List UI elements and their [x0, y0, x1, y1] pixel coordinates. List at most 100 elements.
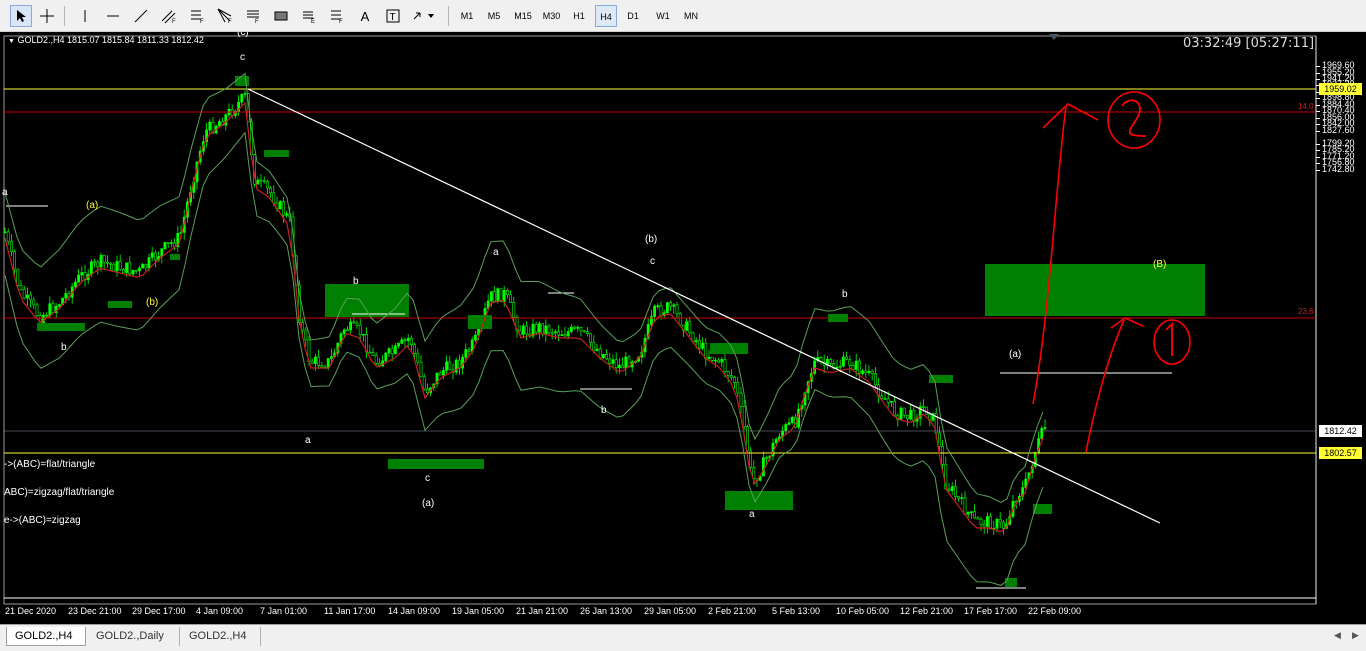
rectangle-icon[interactable]: [270, 5, 292, 27]
candle-body: [893, 400, 897, 416]
candle-body: [499, 288, 503, 303]
svg-text:F: F: [172, 19, 176, 24]
candle-body: [889, 400, 893, 403]
candle-body: [77, 274, 81, 283]
timeframe-w1-button[interactable]: W1: [651, 5, 675, 27]
chart-header: ▼ GOLD2.,H4 1815.07 1815.84 1811.33 1812…: [8, 35, 204, 45]
candle-body: [345, 329, 349, 332]
candle-body: [160, 248, 164, 257]
timeframe-m1-button[interactable]: M1: [456, 5, 478, 27]
timeframe-d1-button[interactable]: D1: [622, 5, 644, 27]
candle-body: [281, 201, 285, 216]
timeframe-m30-button[interactable]: M30: [539, 5, 564, 27]
timeframe-h1-button[interactable]: H1: [568, 5, 590, 27]
candle-body: [35, 304, 39, 316]
candle-body: [998, 519, 1002, 523]
shift-marker-icon[interactable]: [1049, 34, 1059, 40]
candle-body: [422, 376, 426, 390]
candle-body: [669, 302, 673, 307]
candle-body: [653, 305, 657, 317]
candle-body: [608, 358, 612, 364]
candle-body: [256, 179, 260, 185]
crosshair-icon[interactable]: [36, 5, 58, 27]
candle-body: [262, 180, 266, 183]
tab-gold-h4[interactable]: GOLD2.,H4: [6, 627, 86, 646]
trendline-icon[interactable]: [130, 5, 152, 27]
time-tick: 22 Feb 09:00: [1028, 606, 1082, 616]
horizontal-line-icon[interactable]: [102, 5, 124, 27]
candle-body: [141, 264, 145, 269]
text-icon[interactable]: A: [354, 5, 376, 27]
fibo-retracement-icon[interactable]: F: [214, 5, 236, 27]
moving-average-line: [4, 101, 1044, 533]
wave-label: b: [61, 342, 67, 353]
fibo-expansion-icon[interactable]: F: [326, 5, 348, 27]
arrows-icon[interactable]: [410, 5, 440, 27]
wave-label: a: [2, 187, 8, 198]
time-tick: 19 Jan 05:00: [452, 606, 505, 616]
equidistant-channel-icon[interactable]: F: [186, 5, 208, 27]
annotation-arrowhead-1: [1110, 317, 1144, 329]
vertical-line-icon[interactable]: [74, 5, 96, 27]
scroll-right-icon[interactable]: ▶: [1352, 630, 1359, 641]
candle-body: [675, 304, 679, 315]
candle-body: [122, 268, 125, 273]
supply-demand-zone: [170, 254, 180, 260]
candle-body: [310, 361, 314, 364]
price-label-1802: 1802.57: [1319, 447, 1362, 459]
candle-body: [64, 293, 68, 299]
candle-body: [941, 446, 945, 465]
timeframe-h4-button[interactable]: H4: [595, 5, 617, 27]
candle-body: [566, 331, 570, 337]
scroll-left-icon[interactable]: ◀: [1334, 630, 1341, 641]
candle-body: [128, 262, 132, 275]
candle-body: [550, 332, 554, 335]
annotation-arrow-up-1: [1085, 319, 1125, 453]
bollinger-lower-band: [4, 131, 1044, 586]
timeframe-m15-button[interactable]: M15: [510, 5, 536, 27]
timeframe-mn-button[interactable]: MN: [679, 5, 703, 27]
fibo-channel-icon[interactable]: F: [158, 5, 180, 27]
candle-body: [937, 432, 941, 447]
price-chart[interactable]: ▼ GOLD2.,H4 1815.07 1815.84 1811.33 1812…: [0, 32, 1366, 624]
candle-body: [25, 294, 29, 299]
candle-body: [925, 406, 929, 415]
candle-body: [921, 406, 925, 409]
price-tick: 1827.60: [1322, 124, 1355, 135]
wave-label: c: [425, 473, 430, 484]
candle-body: [19, 285, 23, 290]
time-tick: 21 Dec 2020: [5, 606, 57, 616]
time-tick: 11 Jan 17:00: [324, 606, 376, 616]
timeframe-m5-button[interactable]: M5: [482, 5, 506, 27]
chart-tabs: GOLD2.,H4 GOLD2.,Daily GOLD2.,H4 ◀ ▶: [0, 624, 1366, 651]
candle-body: [218, 121, 221, 127]
candle-body: [13, 251, 17, 270]
elliott-wave-icon[interactable]: E: [298, 5, 320, 27]
fibo-fan-icon[interactable]: F: [242, 5, 264, 27]
bollinger-upper-band: [4, 72, 1044, 504]
text-label-icon[interactable]: T: [382, 5, 404, 27]
candle-body: [352, 321, 356, 324]
candle-body: [717, 359, 721, 363]
cursor-icon[interactable]: [10, 5, 32, 27]
candle-body: [240, 94, 244, 103]
candle-body: [387, 348, 391, 354]
candle-body: [966, 512, 970, 515]
candle-body: [393, 345, 397, 355]
candle-body: [537, 323, 541, 333]
wave-label: (a): [422, 498, 435, 509]
candle-body: [672, 304, 676, 307]
candle-body: [32, 299, 36, 306]
candle-body: [355, 322, 359, 326]
supply-demand-zone: [929, 375, 953, 383]
candle-body: [582, 330, 586, 333]
candle-body: [45, 314, 49, 317]
candle-body: [57, 304, 61, 307]
tab-gold-h4-2[interactable]: GOLD2.,H4: [181, 627, 261, 646]
candle-body: [605, 354, 609, 360]
time-tick: 29 Jan 05:00: [644, 606, 697, 616]
candle-body: [553, 331, 557, 334]
annotation-digit-2: [1121, 99, 1147, 137]
candle-body: [723, 359, 727, 372]
tab-gold-daily[interactable]: GOLD2.,Daily: [88, 627, 180, 646]
